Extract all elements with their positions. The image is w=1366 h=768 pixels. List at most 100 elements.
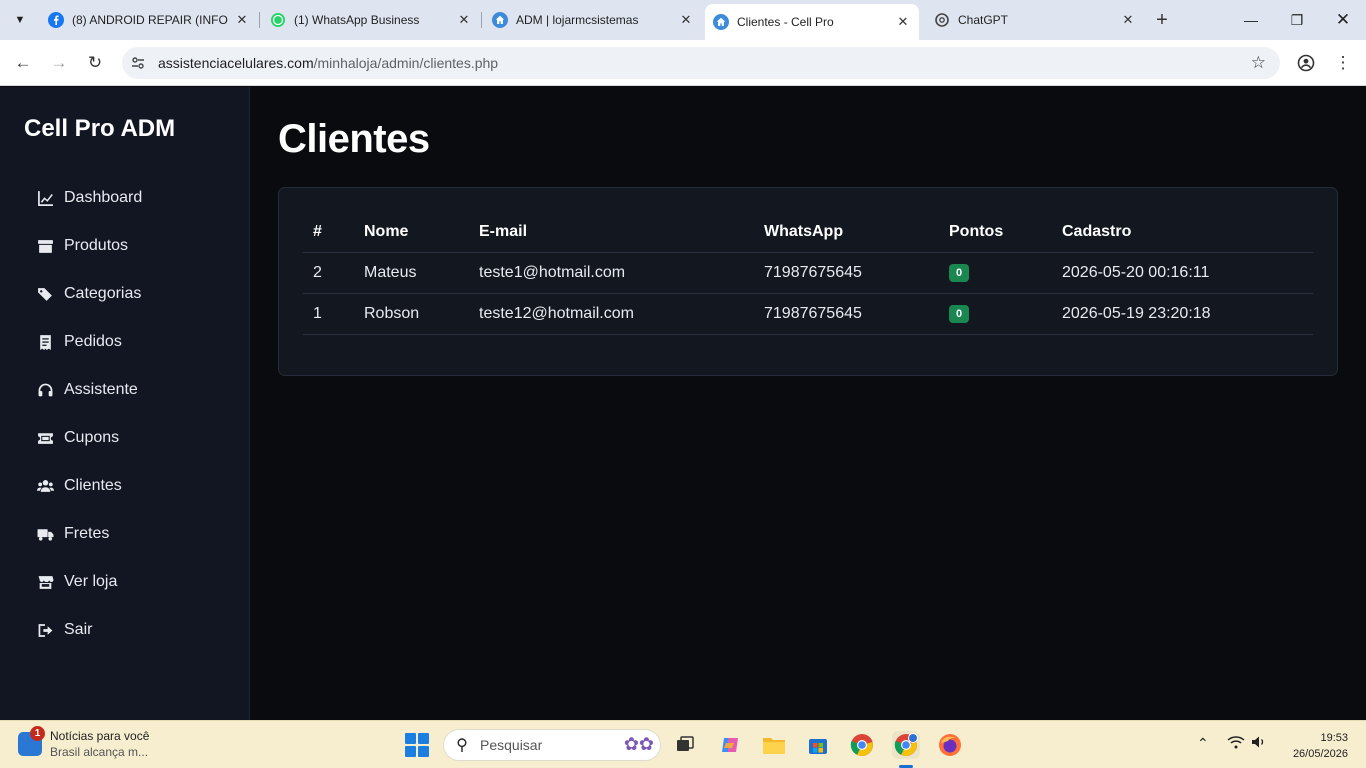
page-title: Clientes: [278, 117, 430, 161]
windows-taskbar: 1 Notícias para você Brasil alcança m...…: [0, 720, 1366, 768]
chart-line-icon: [36, 189, 54, 207]
window-close-icon[interactable]: ✕: [1320, 0, 1366, 40]
cell-cadastro: 2026-05-19 23:20:18: [1052, 293, 1313, 335]
system-clock[interactable]: 19:53 26/05/2026: [1276, 730, 1348, 762]
column-header-nome: Nome: [354, 212, 469, 253]
home-icon: [492, 12, 508, 28]
sidebar-item-dashboard[interactable]: Dashboard: [36, 174, 142, 222]
forward-icon[interactable]: →: [45, 49, 73, 77]
tab-search-chevron-icon[interactable]: ▼: [8, 8, 32, 32]
chatgpt-icon: [934, 12, 950, 28]
chrome-profile-active-icon[interactable]: [892, 731, 920, 759]
microsoft-store-icon[interactable]: [804, 731, 832, 759]
copilot-icon[interactable]: [716, 731, 744, 759]
news-widget[interactable]: 1 Notícias para você Brasil alcança m...: [18, 726, 149, 759]
bookmark-star-icon[interactable]: ☆: [1251, 53, 1266, 73]
sidebar-item-label: Sair: [64, 621, 93, 638]
back-icon[interactable]: ←: [9, 49, 37, 77]
browser-tab-adm[interactable]: ADM | lojarmcsistemas ✕: [484, 4, 702, 36]
cell-pontos: 0: [939, 293, 1052, 335]
points-badge: 0: [949, 264, 970, 282]
sidebar-item-categorias[interactable]: Categorias: [36, 270, 142, 318]
restore-icon[interactable]: ❐: [1274, 0, 1320, 40]
profile-icon[interactable]: [1292, 49, 1320, 77]
windows-start-icon[interactable]: [405, 733, 429, 757]
minimize-icon[interactable]: —: [1228, 0, 1274, 40]
close-icon[interactable]: ✕: [456, 12, 472, 28]
firefox-icon[interactable]: [936, 731, 964, 759]
sidebar-item-sair[interactable]: Sair: [36, 606, 142, 654]
headset-icon: [36, 381, 54, 399]
tab-separator: [259, 12, 260, 28]
whatsapp-icon: [270, 12, 286, 28]
sidebar-item-label: Categorias: [64, 285, 142, 302]
column-header-cadastro: Cadastro: [1052, 212, 1313, 253]
main-content: Clientes # Nome E-mail WhatsApp Pontos C…: [250, 87, 1366, 720]
address-bar[interactable]: assistenciacelulares.com/minhaloja/admin…: [122, 47, 1280, 79]
box-icon: [36, 237, 54, 255]
news-widget-icon: 1: [18, 726, 45, 756]
sidebar-item-cupons[interactable]: Cupons: [36, 414, 142, 462]
close-icon[interactable]: ✕: [895, 14, 911, 30]
sidebar-item-label: Pedidos: [64, 333, 122, 350]
column-header-id: #: [303, 212, 354, 253]
browser-tab-chatgpt[interactable]: ChatGPT ✕: [926, 4, 1144, 36]
tab-title: ChatGPT: [958, 13, 1009, 27]
sidebar-item-pedidos[interactable]: Pedidos: [36, 318, 142, 366]
column-header-email: E-mail: [469, 212, 754, 253]
reload-icon[interactable]: ↻: [81, 49, 109, 77]
close-icon[interactable]: ✕: [678, 12, 694, 28]
close-icon[interactable]: ✕: [1120, 12, 1136, 28]
sidebar-item-ver-loja[interactable]: Ver loja: [36, 558, 142, 606]
facebook-icon: [48, 12, 64, 28]
search-icon: ⚲: [456, 737, 468, 754]
clients-card: # Nome E-mail WhatsApp Pontos Cadastro 2…: [278, 187, 1338, 376]
sidebar-item-clientes[interactable]: Clientes: [36, 462, 142, 510]
sidebar-item-label: Dashboard: [64, 189, 143, 206]
more-menu-icon[interactable]: ⋮: [1329, 49, 1357, 77]
wifi-icon[interactable]: [1227, 735, 1245, 752]
sidebar-item-label: Cupons: [64, 429, 120, 446]
search-highlight-icon: ✿✿: [623, 734, 654, 754]
close-icon[interactable]: ✕: [234, 12, 250, 28]
volume-icon[interactable]: [1251, 735, 1267, 752]
chrome-icon[interactable]: [848, 731, 876, 759]
admin-sidebar: Cell Pro ADM Dashboard Produtos Categori…: [0, 87, 250, 720]
sidebar-item-label: Produtos: [64, 237, 129, 254]
cell-pontos: 0: [939, 252, 1052, 294]
browser-tab-clientes[interactable]: Clientes - Cell Pro ✕: [705, 4, 919, 40]
browser-toolbar: ← → ↻ assistenciacelulares.com/minhaloja…: [0, 40, 1366, 86]
search-placeholder: Pesquisar: [480, 737, 543, 753]
site-settings-icon[interactable]: [122, 55, 154, 71]
show-hidden-icons-chevron[interactable]: ⌃: [1197, 735, 1209, 752]
clock-date: 26/05/2026: [1292, 748, 1348, 760]
new-tab-button[interactable]: +: [1150, 8, 1174, 32]
ticket-icon: [36, 429, 54, 447]
sidebar-item-label: Clientes: [64, 477, 122, 494]
cell-id: 2: [303, 252, 354, 294]
clients-table: # Nome E-mail WhatsApp Pontos Cadastro 2…: [303, 212, 1313, 335]
sidebar-item-assistente[interactable]: Assistente: [36, 366, 142, 414]
receipt-icon: [36, 333, 54, 351]
sidebar-item-produtos[interactable]: Produtos: [36, 222, 142, 270]
cell-nome: Mateus: [354, 252, 469, 294]
notification-badge: 1: [30, 726, 45, 741]
clock-time: 19:53: [1320, 732, 1348, 744]
cell-id: 1: [303, 293, 354, 335]
taskbar-search-box[interactable]: ⚲ Pesquisar ✿✿: [443, 729, 661, 761]
file-explorer-icon[interactable]: [760, 731, 788, 759]
task-view-icon[interactable]: [671, 731, 699, 759]
cell-whatsapp: 71987675645: [754, 293, 939, 335]
sign-out-icon: [36, 621, 54, 639]
users-icon: [36, 477, 54, 495]
sidebar-item-label: Assistente: [64, 381, 138, 398]
sidebar-item-fretes[interactable]: Fretes: [36, 510, 142, 558]
browser-tab-whatsapp[interactable]: (1) WhatsApp Business ✕: [262, 4, 480, 36]
tab-title: (1) WhatsApp Business: [294, 13, 420, 27]
table-row: 2 Mateus teste1@hotmail.com 71987675645 …: [303, 252, 1313, 294]
sidebar-item-label: Fretes: [64, 525, 110, 542]
cell-email: teste12@hotmail.com: [469, 293, 754, 335]
sidebar-nav: Dashboard Produtos Categorias Pedidos As…: [36, 174, 142, 654]
tags-icon: [36, 285, 54, 303]
browser-tab-facebook[interactable]: (8) ANDROID REPAIR (INFO… ✕: [40, 4, 258, 36]
